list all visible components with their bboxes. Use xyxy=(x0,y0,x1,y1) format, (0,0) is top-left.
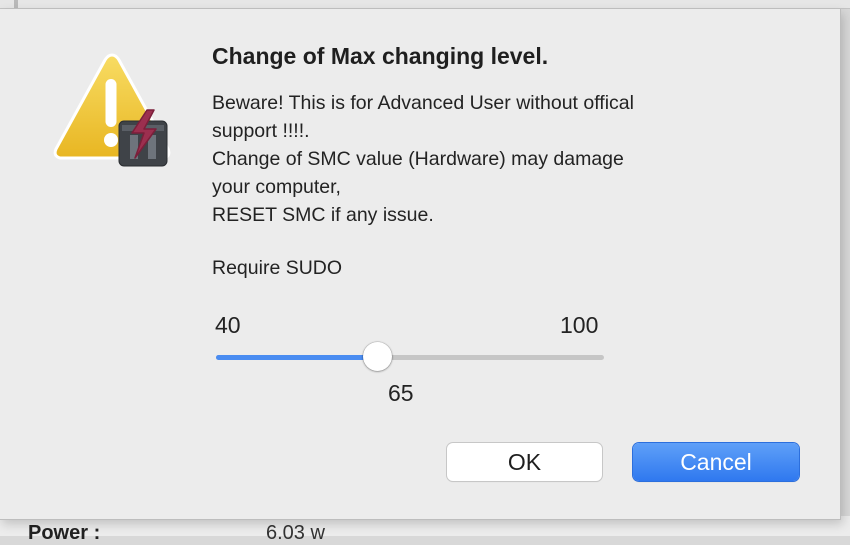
background-row-value: 6.03 w xyxy=(266,522,325,544)
dialog-message: Beware! This is for Advanced User withou… xyxy=(212,89,772,229)
message-line: Change of SMC value (Hardware) may damag… xyxy=(212,148,624,170)
slider-max-label: 100 xyxy=(560,312,599,338)
level-slider-track[interactable] xyxy=(216,355,604,360)
message-line: support !!!!. xyxy=(212,120,310,142)
level-slider-fill xyxy=(216,355,378,360)
slider-min-label: 40 xyxy=(215,312,241,338)
message-line: Beware! This is for Advanced User withou… xyxy=(212,92,634,114)
dialog-title: Change of Max changing level. xyxy=(212,43,549,69)
ok-button[interactable]: OK xyxy=(447,443,602,481)
alert-dialog: Change of Max changing level. Beware! Th… xyxy=(0,9,841,520)
background-row-label: Power : xyxy=(28,522,101,544)
background-window-marker xyxy=(14,0,18,8)
slider-value-label: 65 xyxy=(388,380,414,406)
message-line: your computer, xyxy=(212,176,341,198)
message-line: RESET SMC if any issue. xyxy=(212,204,434,226)
background-window-top-edge xyxy=(0,0,850,9)
cancel-button[interactable]: Cancel xyxy=(633,443,799,481)
sudo-note: Require SUDO xyxy=(212,257,343,279)
warning-triangle-icon xyxy=(53,53,171,167)
level-slider-knob[interactable] xyxy=(363,342,393,371)
